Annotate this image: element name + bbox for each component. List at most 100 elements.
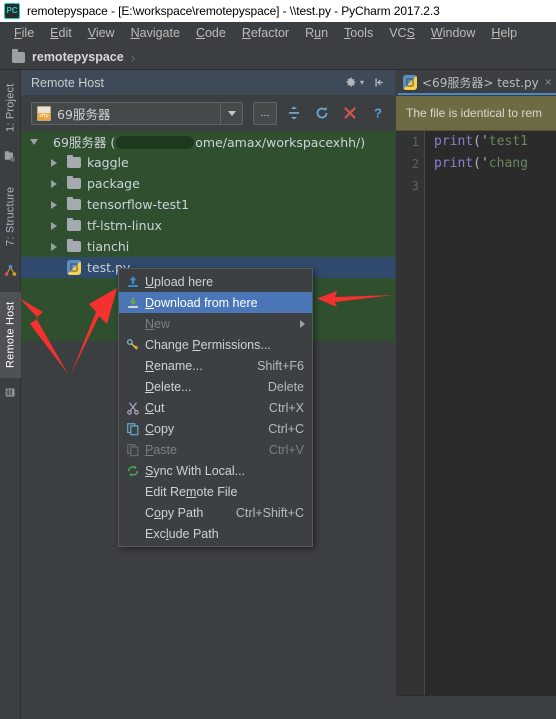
tree-row-tensorflow-test1[interactable]: tensorflow-test1: [21, 194, 395, 215]
folder-icon: [12, 49, 25, 63]
empty-icon: [123, 526, 143, 542]
menu-item-shortcut: Shift+F6: [257, 358, 304, 373]
folder-icon: [67, 154, 81, 168]
menu-window[interactable]: Window: [423, 25, 483, 42]
panel-title: Remote Host: [31, 75, 104, 90]
panel-header-actions: ▾: [344, 76, 395, 89]
server-select[interactable]: 69服务器: [31, 101, 243, 125]
breadcrumb: remotepyspace ›: [0, 45, 556, 70]
tree-row-kaggle[interactable]: kaggle: [21, 152, 395, 173]
menu-help[interactable]: Help: [483, 25, 525, 42]
sidebar-item-structure[interactable]: 7: Structure: [0, 174, 21, 258]
tree-row-package[interactable]: package: [21, 173, 395, 194]
chevron-down-icon: [30, 138, 38, 145]
chevron-down-icon[interactable]: ▾: [360, 78, 364, 87]
menu-item-label: Copy Path: [145, 505, 204, 520]
menu-item-label: Cut: [145, 400, 165, 415]
window-title: remotepyspace - [E:\workspace\remotepysp…: [27, 4, 440, 18]
context-menu: Upload here Download from here New Chang…: [118, 268, 313, 547]
download-icon: [123, 295, 143, 311]
breadcrumb-project[interactable]: remotepyspace: [32, 50, 124, 64]
menu-navigate[interactable]: Navigate: [123, 25, 188, 42]
menu-item-sync-with-local[interactable]: Sync With Local...: [119, 460, 312, 481]
server-select-arrow[interactable]: [220, 102, 242, 124]
disconnect-icon[interactable]: [339, 102, 361, 124]
redacted-host-block: [116, 136, 195, 149]
tree-item-label: tensorflow-test1: [87, 197, 190, 212]
menu-item-new: New: [119, 313, 312, 334]
structure-icon: [4, 264, 17, 276]
remote-host-toolbar: 69服务器 ...: [21, 95, 395, 131]
tree-item-label: package: [87, 176, 140, 191]
sftp-file-icon: [37, 105, 51, 121]
chevron-down-icon: [227, 110, 236, 116]
expand-toggle[interactable]: [47, 242, 61, 251]
chevron-right-icon: [51, 200, 57, 209]
tree-row-root[interactable]: 69服务器 (ome/amax/workspacexhh/): [21, 131, 395, 152]
menu-view[interactable]: View: [80, 25, 123, 42]
tree-row-tianchi[interactable]: tianchi: [21, 236, 395, 257]
tree-root-label: 69服务器 (ome/amax/workspacexhh/): [53, 135, 366, 150]
menu-run[interactable]: Run: [297, 25, 336, 42]
expand-toggle[interactable]: [47, 200, 61, 209]
menu-item-label: Paste: [145, 442, 177, 457]
copy-icon: [123, 421, 143, 437]
chevron-right-icon: [51, 158, 57, 167]
title-bar: PC remotepyspace - [E:\workspace\remotep…: [0, 0, 556, 22]
empty-icon: [123, 316, 143, 332]
menu-item-shortcut: Ctrl+C: [268, 421, 304, 436]
menu-code[interactable]: Code: [188, 25, 234, 42]
tree-row-tf-lstm-linux[interactable]: tf-lstm-linux: [21, 215, 395, 236]
menu-edit[interactable]: Edit: [42, 25, 80, 42]
menu-item-edit-remote-file[interactable]: Edit Remote File: [119, 481, 312, 502]
python-file-icon: [403, 74, 417, 90]
help-icon[interactable]: ?: [367, 102, 389, 124]
browse-button[interactable]: ...: [253, 101, 277, 125]
menu-item-download-from-here[interactable]: Download from here: [119, 292, 312, 313]
upload-icon: [123, 274, 143, 290]
menu-item-label: New: [145, 316, 171, 331]
menu-item-copy[interactable]: Copy Ctrl+C: [119, 418, 312, 439]
remote-host-icon: [5, 388, 15, 397]
hide-panel-icon[interactable]: [373, 76, 386, 89]
menu-item-exclude-path[interactable]: Exclude Path: [119, 523, 312, 544]
sidebar-item-remote-host[interactable]: Remote Host: [0, 292, 21, 378]
menu-bar: File Edit View Navigate Code Refactor Ru…: [0, 22, 556, 45]
editor-bottom-strip: [396, 695, 556, 719]
expand-toggle[interactable]: [27, 138, 41, 145]
paste-icon: [123, 442, 143, 458]
menu-item-upload-here[interactable]: Upload here: [119, 271, 312, 292]
chevron-right-icon: [51, 242, 57, 251]
gear-icon[interactable]: [344, 76, 357, 89]
menu-item-delete[interactable]: Delete... Delete: [119, 376, 312, 397]
sync-green-icon: [123, 463, 143, 479]
close-icon[interactable]: ×: [545, 75, 552, 89]
breadcrumb-separator: ›: [130, 49, 136, 65]
editor-tab-test-py[interactable]: <69服务器> test.py ×: [398, 71, 556, 95]
menu-item-label: Rename...: [145, 358, 203, 373]
expand-toggle[interactable]: [47, 158, 61, 167]
expand-toggle[interactable]: [47, 179, 61, 188]
code-content[interactable]: print('test1 print('chang: [426, 131, 556, 695]
sync-icon[interactable]: [283, 102, 305, 124]
pycharm-window: PC remotepyspace - [E:\workspace\remotep…: [0, 0, 556, 719]
menu-item-change-permissions[interactable]: Change Permissions...: [119, 334, 312, 355]
menu-file[interactable]: File: [6, 25, 42, 42]
sidebar-item-project[interactable]: 1: Project: [0, 74, 21, 142]
menu-item-label: Change Permissions...: [145, 337, 271, 352]
folder-icon: [67, 238, 81, 252]
menu-vcs[interactable]: VCS: [381, 25, 423, 42]
editor-tab-label: <69服务器> test.py: [422, 75, 539, 90]
refresh-icon[interactable]: [311, 102, 333, 124]
menu-refactor[interactable]: Refactor: [234, 25, 297, 42]
menu-item-rename[interactable]: Rename... Shift+F6: [119, 355, 312, 376]
menu-item-cut[interactable]: Cut Ctrl+X: [119, 397, 312, 418]
menu-item-copy-path[interactable]: Copy Path Ctrl+Shift+C: [119, 502, 312, 523]
expand-toggle[interactable]: [47, 221, 61, 230]
menu-tools[interactable]: Tools: [336, 25, 381, 42]
menu-item-label: Delete...: [145, 379, 192, 394]
python-file-icon: [67, 260, 81, 275]
submenu-arrow: [300, 319, 312, 328]
pycharm-logo-icon: PC: [4, 3, 20, 19]
key-icon: [123, 337, 143, 353]
